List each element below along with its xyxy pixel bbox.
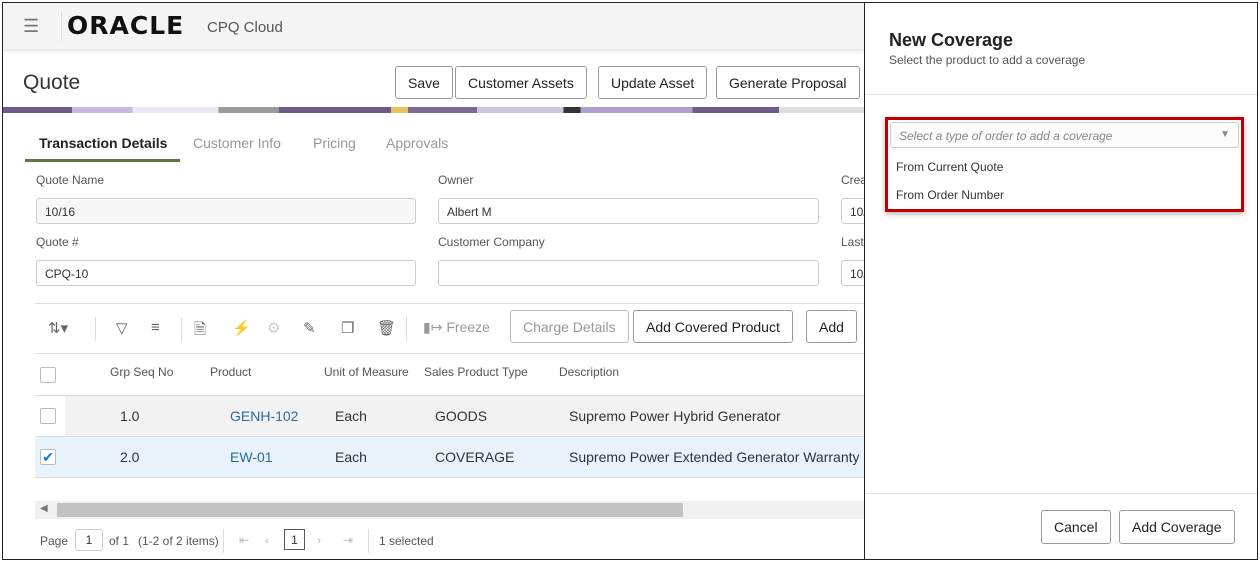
column-settings-icon[interactable]: ⇅▾: [48, 319, 68, 337]
first-page-icon[interactable]: ⇤: [239, 533, 249, 547]
add-covered-product-button[interactable]: Add Covered Product: [633, 310, 793, 343]
page-of: of 1: [109, 534, 130, 548]
tab-pricing[interactable]: Pricing: [313, 135, 356, 151]
product-link[interactable]: EW-01: [230, 449, 273, 465]
sort-icon[interactable]: ≡: [151, 319, 160, 336]
scroll-left-icon[interactable]: ◀: [40, 503, 48, 514]
generate-proposal-button[interactable]: Generate Proposal: [716, 66, 860, 99]
sales-type: COVERAGE: [435, 449, 515, 465]
delete-icon[interactable]: 🗑: [377, 319, 396, 337]
row-checkbox-checked[interactable]: ✔: [40, 449, 56, 465]
tab-customer-info[interactable]: Customer Info: [193, 135, 281, 151]
quick-action-icon[interactable]: ⚡: [232, 319, 251, 337]
oracle-logo: ORACLE: [67, 11, 185, 40]
owner-input[interactable]: Albert M: [438, 198, 819, 224]
scrollbar-thumb[interactable]: [57, 503, 683, 517]
new-coverage-panel: New Coverage Select the product to add a…: [866, 3, 1257, 559]
divider: [95, 317, 96, 341]
item-count: (1-2 of 2 items): [138, 534, 219, 548]
divider: [61, 11, 62, 41]
current-page[interactable]: 1: [284, 529, 305, 550]
app-window: ☰ ORACLE CPQ Cloud Quote Save Customer A…: [2, 2, 1258, 560]
update-asset-button[interactable]: Update Asset: [598, 66, 708, 99]
header-grp-seq[interactable]: Grp Seq No: [110, 365, 173, 379]
tab-transaction-details[interactable]: Transaction Details: [39, 135, 167, 151]
quote-name-label: Quote Name: [36, 173, 105, 187]
cancel-button[interactable]: Cancel: [1041, 510, 1111, 544]
header-uom[interactable]: Unit of Measure: [324, 365, 409, 379]
grp-seq: 1.0: [120, 408, 140, 424]
save-button[interactable]: Save: [395, 66, 453, 99]
divider: [223, 529, 224, 553]
table-row[interactable]: 1.0 GENH-102 Each GOODS Supremo Power Hy…: [35, 396, 864, 437]
selected-count: 1 selected: [379, 534, 434, 548]
add-coverage-button[interactable]: Add Coverage: [1119, 510, 1235, 544]
dropdown-arrow-icon[interactable]: ▼: [1220, 129, 1230, 140]
order-type-dropdown-highlight: Select a type of order to add a coverage…: [885, 117, 1244, 212]
panel-subtitle: Select the product to add a coverage: [889, 53, 1086, 67]
prev-page-icon[interactable]: ‹: [265, 533, 269, 547]
freeze-icon: ▮↦: [423, 319, 443, 335]
divider: [368, 529, 369, 553]
filter-icon[interactable]: ▽: [116, 319, 128, 337]
quote-name-input[interactable]: 10/16: [36, 198, 416, 224]
next-page-icon[interactable]: ›: [317, 533, 321, 547]
customer-assets-button[interactable]: Customer Assets: [455, 66, 587, 99]
product-name: CPQ Cloud: [207, 19, 283, 36]
select-all-checkbox[interactable]: [40, 367, 56, 383]
freeze-label: Freeze: [446, 319, 490, 335]
uom: Each: [335, 408, 367, 424]
horizontal-scrollbar[interactable]: ◀: [35, 501, 864, 519]
divider: [866, 94, 1257, 95]
row-checkbox[interactable]: [40, 408, 56, 424]
grp-seq: 2.0: [120, 449, 140, 465]
divider: [35, 303, 864, 304]
uom: Each: [335, 449, 367, 465]
select-placeholder: Select a type of order to add a coverage: [899, 129, 1113, 143]
edit-icon[interactable]: ✎: [303, 319, 316, 337]
active-tab-indicator: [25, 159, 180, 162]
header-product[interactable]: Product: [210, 365, 251, 379]
customer-company-label: Customer Company: [438, 235, 545, 249]
last-modified-input[interactable]: 10/: [841, 260, 864, 286]
option-from-current-quote[interactable]: From Current Quote: [896, 160, 1003, 174]
add-line-icon[interactable]: 🗎: [194, 319, 206, 344]
header-description[interactable]: Description: [559, 365, 619, 379]
quote-number-label: Quote #: [36, 235, 79, 249]
decorative-banner: [3, 107, 864, 113]
menu-icon[interactable]: ☰: [23, 16, 39, 37]
copy-icon[interactable]: ❐: [341, 319, 354, 337]
add-button[interactable]: Add: [806, 310, 857, 343]
created-label: Crea: [841, 173, 865, 187]
description: Supremo Power Extended Generator Warrant…: [569, 449, 860, 465]
top-bar: ☰ ORACLE CPQ Cloud: [3, 3, 864, 49]
owner-label: Owner: [438, 173, 474, 187]
table-row[interactable]: ✔ 2.0 EW-01 Each COVERAGE Supremo Power …: [35, 437, 864, 478]
divider: [406, 317, 407, 341]
quote-number-input[interactable]: CPQ-10: [36, 260, 416, 286]
page-input[interactable]: 1: [75, 529, 103, 551]
description: Supremo Power Hybrid Generator: [569, 408, 781, 424]
gear-icon[interactable]: ⚙: [267, 319, 280, 337]
product-link[interactable]: GENH-102: [230, 408, 298, 424]
charge-details-button[interactable]: Charge Details: [510, 310, 629, 343]
page-title: Quote: [23, 71, 81, 94]
freeze-button[interactable]: ▮↦ Freeze: [423, 319, 490, 336]
customer-company-input[interactable]: [438, 260, 819, 286]
divider: [181, 317, 182, 341]
option-from-order-number[interactable]: From Order Number: [896, 188, 1004, 202]
header-sales-type[interactable]: Sales Product Type: [424, 365, 528, 379]
divider: [35, 353, 864, 354]
created-input[interactable]: 10/: [841, 198, 864, 224]
last-page-icon[interactable]: ⇥: [343, 533, 353, 547]
panel-title: New Coverage: [889, 30, 1014, 50]
tab-approvals[interactable]: Approvals: [386, 135, 448, 151]
sales-type: GOODS: [435, 408, 488, 424]
order-type-select[interactable]: Select a type of order to add a coverage…: [890, 122, 1239, 148]
quote-page: ☰ ORACLE CPQ Cloud Quote Save Customer A…: [3, 3, 865, 559]
divider: [866, 493, 1257, 494]
last-modified-label: Last: [841, 235, 864, 249]
page-label: Page: [40, 534, 69, 548]
